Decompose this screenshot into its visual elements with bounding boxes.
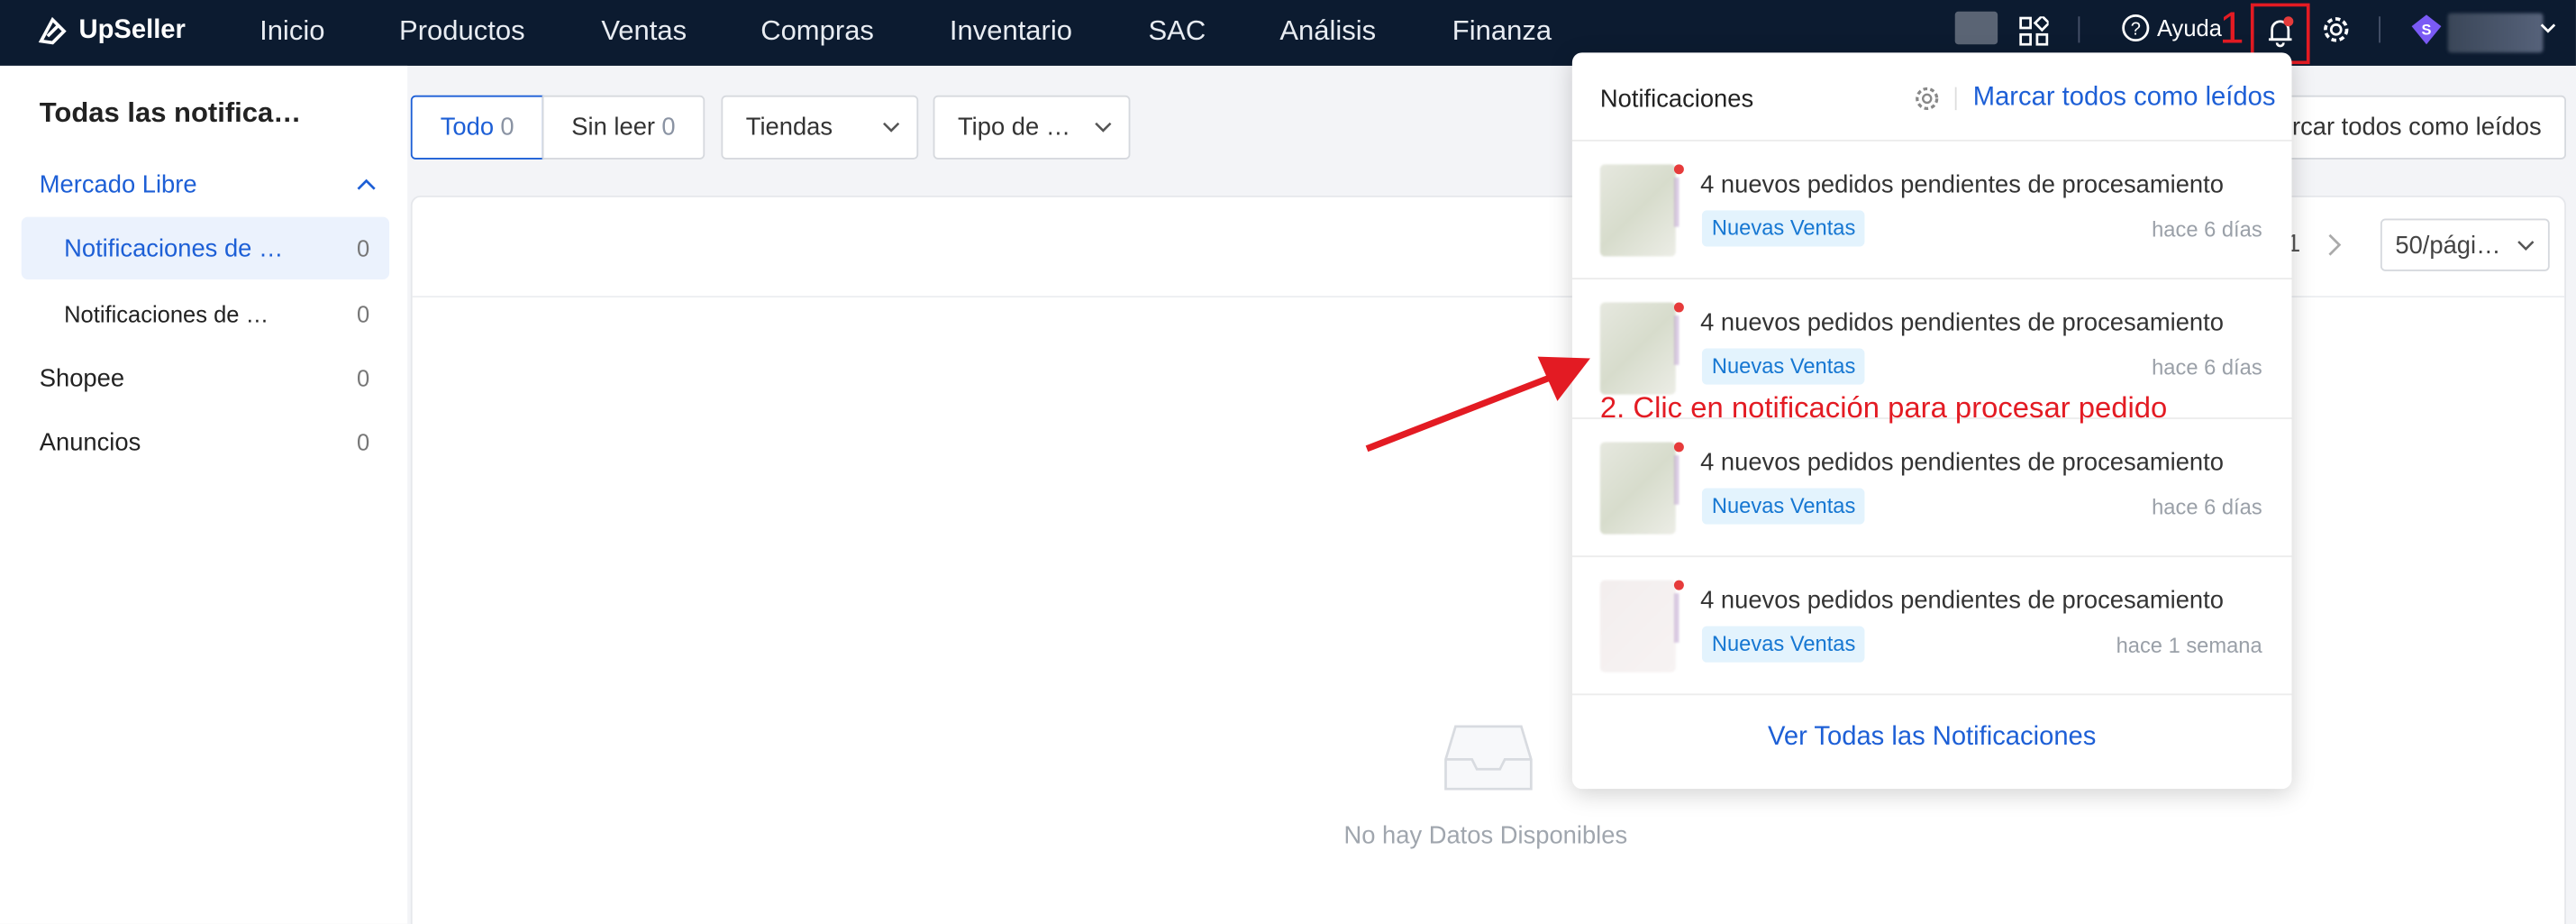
notification-item[interactable]: 4 nuevos pedidos pendientes de procesami… <box>1571 417 2292 555</box>
sidebar-item-notificaciones-1[interactable]: Notificaciones de … 0 <box>21 216 390 279</box>
page-size-value: 50/pági… <box>2395 231 2501 260</box>
sidebar-item-shopee[interactable]: Shopee 0 <box>22 347 389 409</box>
notification-tag: Nuevas Ventas <box>1701 348 1866 385</box>
chevron-up-icon <box>357 178 376 190</box>
notification-text: 4 nuevos pedidos pendientes de procesami… <box>1700 586 2224 615</box>
unread-dot <box>1673 164 1684 175</box>
tab-label: Todo <box>440 113 495 142</box>
type-select[interactable]: Tipo de … <box>933 95 1131 160</box>
sidebar-item-count: 0 <box>357 364 370 391</box>
annotation-arrow-icon <box>1365 356 1590 453</box>
type-select-value: Tipo de … <box>957 113 1071 142</box>
apps-grid-icon[interactable] <box>2019 16 2049 46</box>
svg-text:S: S <box>2422 22 2432 38</box>
sidebar-item-count: 0 <box>357 234 370 261</box>
nav-item-finanza[interactable]: Finanza <box>1452 14 1552 47</box>
notification-text: 4 nuevos pedidos pendientes de procesami… <box>1700 448 2224 477</box>
store-thumbnail-redacted <box>1599 164 1679 257</box>
notification-time: hace 1 semana <box>2116 632 2262 658</box>
sidebar-item-notificaciones-2[interactable]: Notificaciones de … 0 <box>22 283 389 345</box>
chevron-down-icon <box>1095 122 1112 133</box>
store-thumbnail[interactable] <box>1954 11 1998 45</box>
svg-text:?: ? <box>2131 19 2141 39</box>
dropdown-title: Notificaciones <box>1599 85 1754 114</box>
account-name-redacted[interactable] <box>2447 13 2544 53</box>
sidebar-group-mercado-libre[interactable]: Mercado Libre <box>22 153 389 215</box>
tab-sin-leer[interactable]: Sin leer 0 <box>542 95 705 160</box>
nav-item-analisis[interactable]: Análisis <box>1279 14 1376 47</box>
tab-count: 0 <box>661 113 676 142</box>
stores-select[interactable]: Tiendas <box>721 95 919 160</box>
sidebar: Todas las notifica… Mercado Libre Notifi… <box>0 65 408 924</box>
notification-text: 4 nuevos pedidos pendientes de procesami… <box>1700 170 2224 199</box>
nav-item-sac[interactable]: SAC <box>1148 14 1206 47</box>
view-all-notifications-link[interactable]: Ver Todas las Notificaciones <box>1572 723 2292 753</box>
chevron-down-icon <box>883 122 900 133</box>
nav-item-inicio[interactable]: Inicio <box>259 14 324 47</box>
unread-dot <box>1673 580 1684 590</box>
brand-name: UpSeller <box>78 16 186 45</box>
nav-item-inventario[interactable]: Inventario <box>950 14 1072 47</box>
account-diamond-icon[interactable]: S <box>2408 12 2444 48</box>
page-size-select[interactable]: 50/pági… <box>2380 218 2550 271</box>
notification-time: hace 6 días <box>2152 216 2262 242</box>
store-thumbnail-redacted <box>1599 580 1679 672</box>
notification-item[interactable]: 4 nuevos pedidos pendientes de procesami… <box>1571 139 2292 278</box>
notification-tag: Nuevas Ventas <box>1701 626 1866 663</box>
notification-tag: Nuevas Ventas <box>1701 488 1866 525</box>
notification-item[interactable]: 4 nuevos pedidos pendientes de procesami… <box>1571 555 2292 693</box>
account-chevron-down-icon[interactable] <box>2540 23 2556 37</box>
dropdown-mark-all-read-link[interactable]: Marcar todos como leídos <box>1973 84 2276 114</box>
notification-time: hace 6 días <box>2152 354 2262 380</box>
notification-tag: Nuevas Ventas <box>1701 210 1866 247</box>
bell-icon[interactable] <box>2264 14 2297 48</box>
upseller-logo-icon <box>38 16 67 45</box>
help-label: Ayuda <box>2156 14 2222 41</box>
tab-count: 0 <box>500 113 514 142</box>
unread-dot <box>1673 442 1684 453</box>
tab-label: Sin leer <box>571 113 656 142</box>
notification-text: 4 nuevos pedidos pendientes de procesami… <box>1700 308 2224 337</box>
nav-item-productos[interactable]: Productos <box>399 14 525 47</box>
next-page-icon[interactable] <box>2326 233 2343 257</box>
brand-logo[interactable]: UpSeller <box>36 14 186 47</box>
stores-select-value: Tiendas <box>745 113 833 142</box>
unread-dot <box>1673 302 1684 313</box>
step-1-annotation: 1 <box>2219 3 2244 53</box>
step-2-annotation: 2. Clic en notificación para procesar pe… <box>1599 390 2168 425</box>
sidebar-title: Todas las notifica… <box>39 96 302 129</box>
nav-divider-2 <box>2379 16 2380 43</box>
sidebar-item-count: 0 <box>357 428 370 456</box>
mark-all-read-label: rcar todos como leídos <box>2291 113 2542 142</box>
nav-item-ventas[interactable]: Ventas <box>601 14 687 47</box>
dropdown-footer-divider <box>1571 693 2292 696</box>
chevron-down-icon <box>2517 241 2535 252</box>
store-thumbnail-redacted <box>1599 302 1679 395</box>
sidebar-item-label: Anuncios <box>39 427 141 456</box>
empty-inbox-icon <box>1444 725 1533 791</box>
notification-time: hace 6 días <box>2152 494 2262 520</box>
dropdown-divider <box>1954 87 1957 111</box>
help-link[interactable]: ? Ayuda <box>2121 14 2222 43</box>
sidebar-item-anuncios[interactable]: Anuncios 0 <box>22 411 389 473</box>
nav-item-compras[interactable]: Compras <box>760 14 874 47</box>
store-thumbnail-redacted <box>1599 442 1679 535</box>
help-circle-icon: ? <box>2122 14 2150 42</box>
sidebar-item-label: Notificaciones de … <box>64 300 269 327</box>
sidebar-item-label: Notificaciones de … <box>64 233 284 262</box>
notification-settings-icon[interactable] <box>1914 86 1940 112</box>
sidebar-item-count: 0 <box>357 300 370 327</box>
tab-todo[interactable]: Todo 0 <box>410 95 544 160</box>
settings-gear-icon[interactable] <box>2321 14 2351 44</box>
sidebar-item-label: Shopee <box>39 363 125 392</box>
nav-divider <box>2078 16 2080 43</box>
empty-state-text: No hay Datos Disponibles <box>1343 821 1628 850</box>
sidebar-group-label: Mercado Libre <box>39 169 197 198</box>
